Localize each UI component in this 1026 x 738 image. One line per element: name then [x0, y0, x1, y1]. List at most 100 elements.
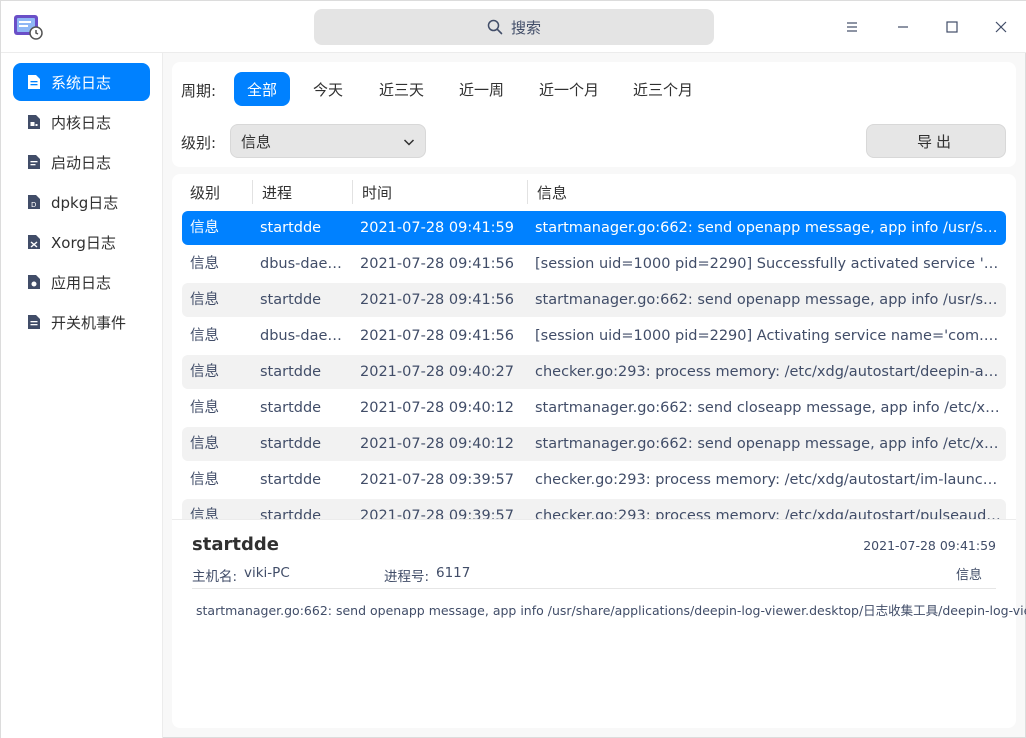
- cell-time: 2021-07-28 09:39:57: [360, 508, 514, 519]
- maximize-button[interactable]: [934, 9, 970, 45]
- sidebar-item-kernel-log[interactable]: 内核日志: [13, 103, 150, 141]
- period-week-button[interactable]: 近一周: [446, 72, 517, 106]
- column-divider[interactable]: [527, 180, 528, 204]
- cell-time: 2021-07-28 09:39:57: [360, 472, 514, 488]
- kernel-doc-icon: [28, 115, 40, 129]
- cell-time: 2021-07-28 09:40:12: [360, 400, 514, 416]
- log-viewer-app-icon[interactable]: [13, 13, 43, 41]
- cell-process: dbus-daemon: [260, 328, 354, 344]
- sidebar-item-system-log[interactable]: 系统日志: [13, 63, 150, 101]
- table-rows: 信息 startdde 2021-07-28 09:41:59 startman…: [182, 211, 1006, 519]
- cell-time: 2021-07-28 09:40:12: [360, 436, 514, 452]
- close-icon: [995, 21, 1007, 33]
- cell-level: 信息: [190, 220, 219, 236]
- column-header-process[interactable]: 进程: [262, 174, 292, 210]
- cell-info: startmanager.go:662: send openapp messag…: [535, 292, 1003, 308]
- cell-process: startdde: [260, 364, 322, 380]
- sidebar-item-app-log[interactable]: 应用日志: [13, 263, 150, 301]
- cell-process: startdde: [260, 220, 322, 236]
- search-icon: [487, 19, 503, 35]
- cell-level: 信息: [190, 508, 219, 519]
- column-divider[interactable]: [352, 180, 353, 204]
- table-row[interactable]: 信息 startdde 2021-07-28 09:40:12 startman…: [182, 391, 1006, 425]
- title-bar: 搜索: [1, 1, 1026, 53]
- minimize-icon: [898, 26, 908, 28]
- level-label: 级别:: [181, 134, 217, 152]
- table-row[interactable]: 信息 dbus-daemon 2021-07-28 09:41:56 [sess…: [182, 319, 1006, 353]
- detail-pid-value: 6117: [436, 565, 471, 581]
- level-select[interactable]: 信息: [230, 124, 426, 158]
- cell-level: 信息: [190, 400, 219, 416]
- svg-text:D: D: [31, 201, 36, 209]
- sidebar-item-xorg-log[interactable]: Xorg日志: [13, 223, 150, 261]
- cell-info: [session uid=1000 pid=2290] Activating s…: [535, 328, 1003, 344]
- log-detail-panel: startdde 2021-07-28 09:41:59 主机名: viki-P…: [172, 519, 1026, 728]
- period-label: 周期:: [181, 82, 217, 100]
- period-today-button[interactable]: 今天: [300, 72, 356, 106]
- export-button[interactable]: 导出: [866, 124, 1006, 158]
- cell-info: [session uid=1000 pid=2290] Successfully…: [535, 256, 1003, 272]
- sidebar-item-label: 内核日志: [51, 113, 112, 132]
- column-header-info[interactable]: 信息: [537, 174, 567, 210]
- chevron-down-icon: [403, 139, 415, 146]
- detail-time: 2021-07-28 09:41:59: [863, 538, 996, 553]
- sidebar-item-label: 启动日志: [51, 153, 112, 172]
- table-row[interactable]: 信息 startdde 2021-07-28 09:39:57 checker.…: [182, 463, 1006, 497]
- cell-level: 信息: [190, 256, 219, 272]
- table-row[interactable]: 信息 startdde 2021-07-28 09:40:27 checker.…: [182, 355, 1006, 389]
- boot-doc-icon: [28, 155, 40, 169]
- xorg-doc-icon: [28, 235, 40, 249]
- cell-process: startdde: [260, 436, 322, 452]
- detail-host-label: 主机名:: [192, 569, 238, 585]
- cell-level: 信息: [190, 292, 219, 308]
- cell-info: startmanager.go:662: send openapp messag…: [535, 436, 1003, 452]
- period-month-button[interactable]: 近一个月: [526, 72, 612, 106]
- table-row[interactable]: 信息 startdde 2021-07-28 09:40:12 startman…: [182, 427, 1006, 461]
- cell-level: 信息: [190, 472, 219, 488]
- cell-process: startdde: [260, 472, 322, 488]
- cell-info: checker.go:293: process memory: /etc/xdg…: [535, 508, 1003, 519]
- column-divider[interactable]: [252, 180, 253, 204]
- maximize-icon: [946, 21, 958, 33]
- cell-info: checker.go:293: process memory: /etc/xdg…: [535, 472, 1003, 488]
- sidebar-item-boot-log[interactable]: 启动日志: [13, 143, 150, 181]
- sidebar-item-label: dpkg日志: [51, 193, 119, 212]
- doc-icon: [28, 75, 40, 89]
- table-row[interactable]: 信息 dbus-daemon 2021-07-28 09:41:56 [sess…: [182, 247, 1006, 281]
- sidebar-item-label: Xorg日志: [51, 233, 116, 252]
- close-button[interactable]: [983, 9, 1019, 45]
- detail-host-value: viki-PC: [244, 565, 290, 581]
- cell-info: startmanager.go:662: send openapp messag…: [535, 220, 1003, 236]
- cell-time: 2021-07-28 09:41:56: [360, 328, 514, 344]
- cell-level: 信息: [190, 436, 219, 452]
- app-doc-icon: [28, 275, 40, 289]
- table-row[interactable]: 信息 startdde 2021-07-28 09:41:59 startman…: [182, 211, 1006, 245]
- column-header-time[interactable]: 时间: [362, 174, 392, 210]
- period-three-days-button[interactable]: 近三天: [366, 72, 437, 106]
- cell-time: 2021-07-28 09:41:56: [360, 256, 514, 272]
- detail-message[interactable]: startmanager.go:662: send openapp messag…: [196, 600, 1026, 619]
- sidebar-item-label: 开关机事件: [51, 313, 127, 332]
- search-input[interactable]: 搜索: [314, 9, 714, 45]
- period-all-button[interactable]: 全部: [234, 72, 291, 106]
- table-row[interactable]: 信息 startdde 2021-07-28 09:39:57 checker.…: [182, 499, 1006, 519]
- cell-info: startmanager.go:662: send closeapp messa…: [535, 400, 1003, 416]
- sidebar-item-dpkg-log[interactable]: D dpkg日志: [13, 183, 150, 221]
- power-doc-icon: [28, 315, 40, 329]
- sidebar: 系统日志 内核日志 启动日志 D dpkg日志 Xorg日志 应用日志 开关机事…: [1, 53, 163, 738]
- cell-info: checker.go:293: process memory: /etc/xdg…: [535, 364, 1003, 380]
- detail-pid-label: 进程号:: [384, 569, 430, 585]
- detail-process-title: startdde: [192, 534, 279, 555]
- table-row[interactable]: 信息 startdde 2021-07-28 09:41:56 startman…: [182, 283, 1006, 317]
- menu-button[interactable]: [834, 9, 870, 45]
- menu-icon: [847, 22, 857, 32]
- dpkg-doc-icon: D: [28, 195, 40, 209]
- filter-panel: 周期: 全部 今天 近三天 近一周 近一个月 近三个月 级别: 信息 导出: [172, 62, 1016, 167]
- cell-time: 2021-07-28 09:41:56: [360, 292, 514, 308]
- period-three-months-button[interactable]: 近三个月: [620, 72, 706, 106]
- minimize-button[interactable]: [885, 9, 921, 45]
- sidebar-item-power-events[interactable]: 开关机事件: [13, 303, 150, 341]
- sidebar-item-label: 应用日志: [51, 273, 112, 292]
- column-header-level[interactable]: 级别: [190, 174, 220, 210]
- cell-level: 信息: [190, 328, 219, 344]
